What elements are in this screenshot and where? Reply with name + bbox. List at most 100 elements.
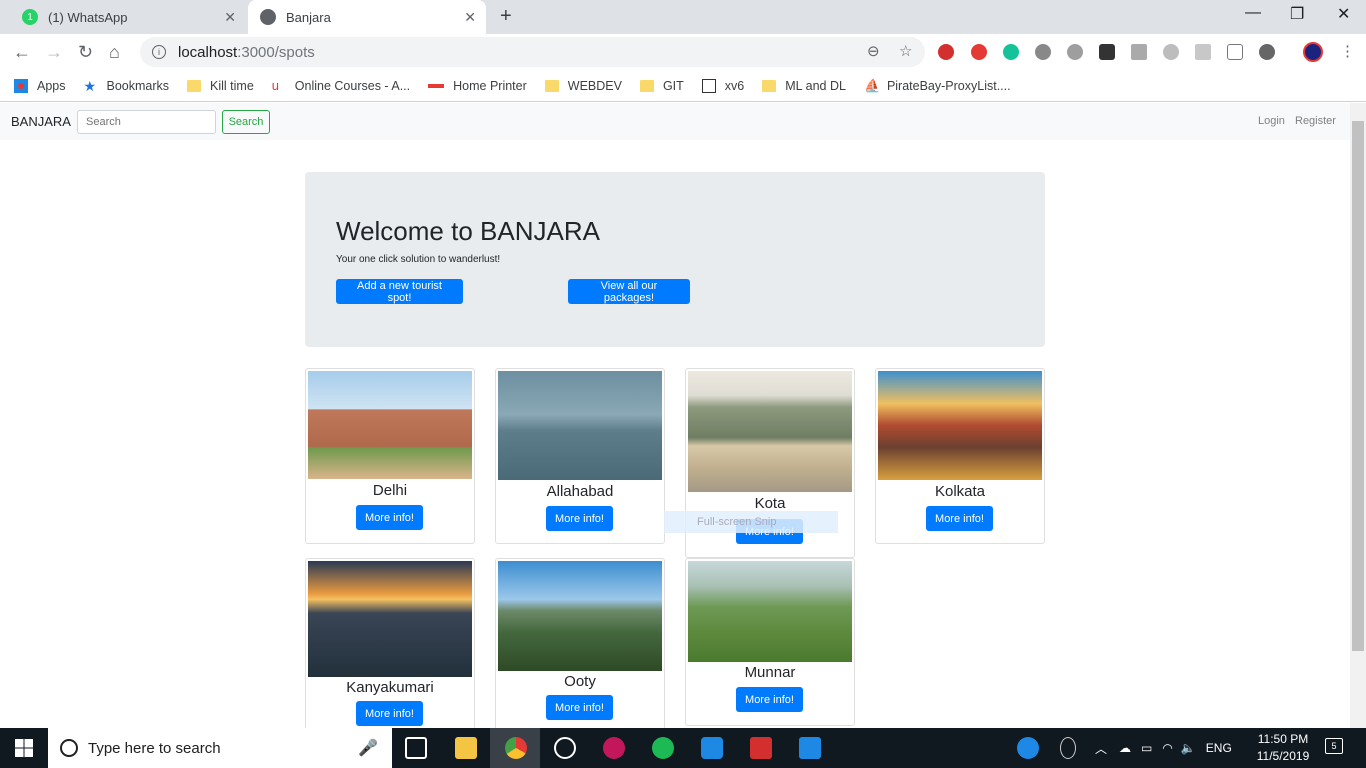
view-packages-button[interactable]: View all our packages! — [568, 279, 690, 304]
pdos-icon — [701, 78, 716, 93]
alarm-clock-icon[interactable] — [554, 737, 576, 759]
battery-icon[interactable]: ▭ — [1141, 741, 1152, 755]
imo-icon[interactable] — [701, 737, 723, 759]
clock-date: 11/5/2019 — [1256, 749, 1310, 763]
vscode-icon[interactable] — [799, 737, 821, 759]
tab-whatsapp[interactable]: 1 (1) WhatsApp ✕ — [8, 0, 246, 34]
microphone-icon[interactable]: 🎤 — [358, 738, 378, 758]
spot-card-munnar: Munnar More info! — [685, 558, 855, 726]
bookmark-webdev[interactable]: WEBDEV — [544, 79, 622, 93]
reload-icon[interactable]: ↻ — [78, 42, 93, 63]
address-bar[interactable]: i localhost:3000/spots — [140, 37, 925, 67]
bookmark-label: Apps — [37, 78, 66, 93]
udemy-icon: u — [271, 77, 280, 93]
extension-icon[interactable] — [1131, 44, 1147, 60]
avatar[interactable] — [1303, 42, 1323, 62]
people-icon[interactable] — [1060, 737, 1076, 759]
more-info-button[interactable]: More info! — [546, 695, 613, 720]
bookmark-piratebay[interactable]: ⛵ PirateBay-ProxyList.... — [863, 77, 1011, 93]
more-info-button[interactable]: More info! — [356, 505, 423, 530]
task-view-icon[interactable] — [405, 737, 427, 759]
menu-dots-icon[interactable]: ⋮ — [1340, 42, 1355, 60]
system-tray: ︿ ☁ ▭ ◠ 🔈 ENG — [1095, 728, 1232, 768]
extension-icon[interactable] — [1195, 44, 1211, 60]
browser-tab-strip: 1 (1) WhatsApp ✕ Banjara ✕ + — ❐ ✕ — [0, 0, 1366, 34]
onedrive-icon[interactable]: ☁ — [1119, 741, 1131, 755]
tab-banjara[interactable]: Banjara ✕ — [248, 0, 486, 34]
close-tab-icon[interactable]: ✕ — [224, 9, 236, 26]
more-info-button[interactable]: More info! — [356, 701, 423, 726]
page-scrollbar[interactable] — [1350, 103, 1366, 728]
more-info-button[interactable]: More info! — [736, 687, 803, 712]
paint-icon[interactable] — [603, 737, 625, 759]
folder-icon — [639, 79, 654, 92]
new-tab-button[interactable]: + — [500, 5, 512, 28]
forward-icon[interactable]: → — [45, 42, 63, 63]
extension-icon[interactable] — [1259, 44, 1275, 60]
minimize-icon[interactable]: — — [1245, 4, 1261, 22]
spot-image — [308, 371, 472, 479]
home-icon[interactable]: ⌂ — [109, 42, 120, 63]
volume-icon[interactable]: 🔈 — [1181, 741, 1196, 755]
extension-icon[interactable] — [1035, 44, 1051, 60]
site-brand[interactable]: BANJARA — [11, 114, 71, 129]
add-spot-button[interactable]: Add a new tourist spot! — [336, 279, 463, 304]
tab-label: (1) WhatsApp — [48, 9, 128, 25]
close-tab-icon[interactable]: ✕ — [464, 9, 476, 26]
spot-name: Kota — [754, 495, 786, 512]
register-link[interactable]: Register — [1295, 115, 1336, 127]
help-icon[interactable] — [1017, 737, 1039, 759]
chevron-up-icon[interactable]: ︿ — [1095, 740, 1107, 757]
scrollbar-thumb[interactable] — [1352, 121, 1364, 651]
bookmark-git[interactable]: GIT — [639, 79, 684, 93]
spot-name: Ooty — [564, 673, 596, 690]
restore-icon[interactable]: ❐ — [1290, 4, 1304, 24]
json-extension-icon[interactable] — [1227, 44, 1243, 60]
bookmark-label: Online Courses - A... — [294, 78, 411, 93]
file-explorer-icon[interactable] — [455, 737, 477, 759]
wifi-icon[interactable]: ◠ — [1162, 741, 1172, 755]
taskbar-search[interactable]: Type here to search 🎤 — [48, 728, 392, 768]
login-link[interactable]: Login — [1258, 115, 1285, 127]
bookmark-apps[interactable]: Apps — [14, 78, 66, 93]
grammarly-icon[interactable] — [1003, 44, 1019, 60]
bookmark-ml-dl[interactable]: ML and DL — [762, 79, 846, 93]
system-clock[interactable]: 11:50 PM 11/5/2019 — [1253, 731, 1313, 765]
bookmark-bookmarks[interactable]: ★ Bookmarks — [84, 79, 170, 93]
apps-grid-icon — [14, 78, 28, 93]
extension-icon[interactable] — [1099, 44, 1115, 60]
extension-stop-icon[interactable] — [971, 44, 987, 60]
language-indicator[interactable]: ENG — [1206, 741, 1232, 755]
back-icon[interactable]: ← — [13, 42, 31, 63]
cortana-icon — [60, 739, 78, 757]
more-info-button[interactable]: More info! — [546, 506, 613, 531]
bookmark-home-printer[interactable]: Home Printer — [428, 79, 527, 93]
search-input[interactable] — [77, 110, 216, 134]
ship-icon: ⛵ — [863, 77, 881, 93]
spotify-icon[interactable] — [652, 737, 674, 759]
windows-start-icon[interactable] — [15, 739, 33, 757]
bookmark-xv6[interactable]: xv6 — [701, 78, 745, 93]
more-info-button[interactable]: More info! — [926, 506, 993, 531]
bookmark-label: xv6 — [724, 78, 745, 93]
bookmark-online-courses[interactable]: u Online Courses - A... — [271, 77, 411, 93]
spot-card-ooty: Ooty More info! — [495, 558, 665, 728]
notification-icon[interactable]: 5 — [1325, 738, 1343, 754]
page-content: BANJARA Search Login Register Welcome to… — [0, 103, 1350, 728]
chrome-icon[interactable] — [505, 737, 527, 759]
globe-extension-icon[interactable] — [1163, 44, 1179, 60]
acrobat-icon[interactable] — [750, 737, 772, 759]
spot-image — [688, 561, 852, 662]
info-icon[interactable]: i — [152, 45, 166, 59]
spot-image — [308, 561, 472, 677]
star-icon: ★ — [83, 77, 97, 94]
folder-icon — [187, 79, 202, 92]
star-icon[interactable]: ☆ — [899, 42, 912, 60]
search-button[interactable]: Search — [222, 110, 270, 134]
close-window-icon[interactable]: ✕ — [1337, 4, 1350, 24]
welcome-subtitle: Your one click solution to wanderlust! — [336, 254, 501, 265]
adblock-icon[interactable] — [938, 44, 954, 60]
extension-m-icon[interactable] — [1067, 44, 1083, 60]
bookmark-kill-time[interactable]: Kill time — [187, 79, 254, 93]
zoom-icon[interactable]: ⊖ — [867, 42, 880, 60]
